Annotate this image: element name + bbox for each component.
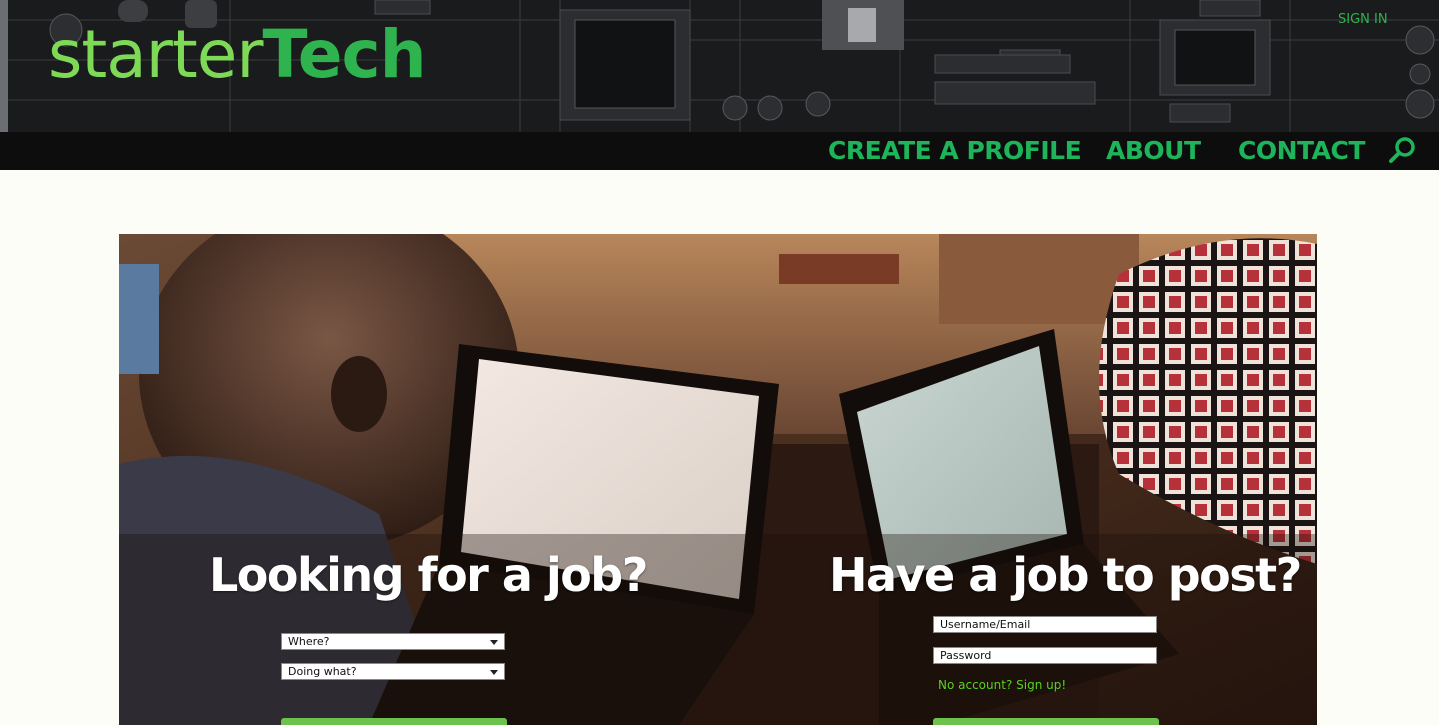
header-left-edge xyxy=(0,0,8,132)
password-field[interactable] xyxy=(933,647,1157,664)
logo-text-tech: Tech xyxy=(262,16,426,93)
site-header: starterTech SIGN IN xyxy=(0,0,1439,132)
employer-title: Have a job to post? xyxy=(829,548,1302,602)
sign-in-link[interactable]: SIGN IN xyxy=(1338,12,1388,27)
chevron-down-icon xyxy=(490,640,498,645)
doing-what-select[interactable]: Doing what? xyxy=(281,663,505,680)
search-icon[interactable] xyxy=(1388,135,1418,165)
site-logo[interactable]: starterTech xyxy=(48,22,427,88)
employer-login-button[interactable] xyxy=(933,718,1159,725)
doing-what-select-value: Doing what? xyxy=(288,665,357,678)
logo-text-starter: starter xyxy=(48,16,263,93)
signup-link[interactable]: No account? Sign up! xyxy=(938,678,1066,692)
main-nav: CREATE A PROFILE ABOUT CONTACT xyxy=(0,132,1439,170)
where-select-value: Where? xyxy=(288,635,330,648)
jobseeker-title: Looking for a job? xyxy=(209,548,648,602)
chevron-down-icon xyxy=(490,670,498,675)
hero-banner: Looking for a job? Where? Doing what? Ha… xyxy=(119,234,1317,725)
nav-contact[interactable]: CONTACT xyxy=(1238,132,1365,170)
username-email-field[interactable] xyxy=(933,616,1157,633)
where-select[interactable]: Where? xyxy=(281,633,505,650)
find-jobs-button[interactable] xyxy=(281,718,507,725)
nav-about[interactable]: ABOUT xyxy=(1106,132,1201,170)
nav-create-profile[interactable]: CREATE A PROFILE xyxy=(828,132,1082,170)
